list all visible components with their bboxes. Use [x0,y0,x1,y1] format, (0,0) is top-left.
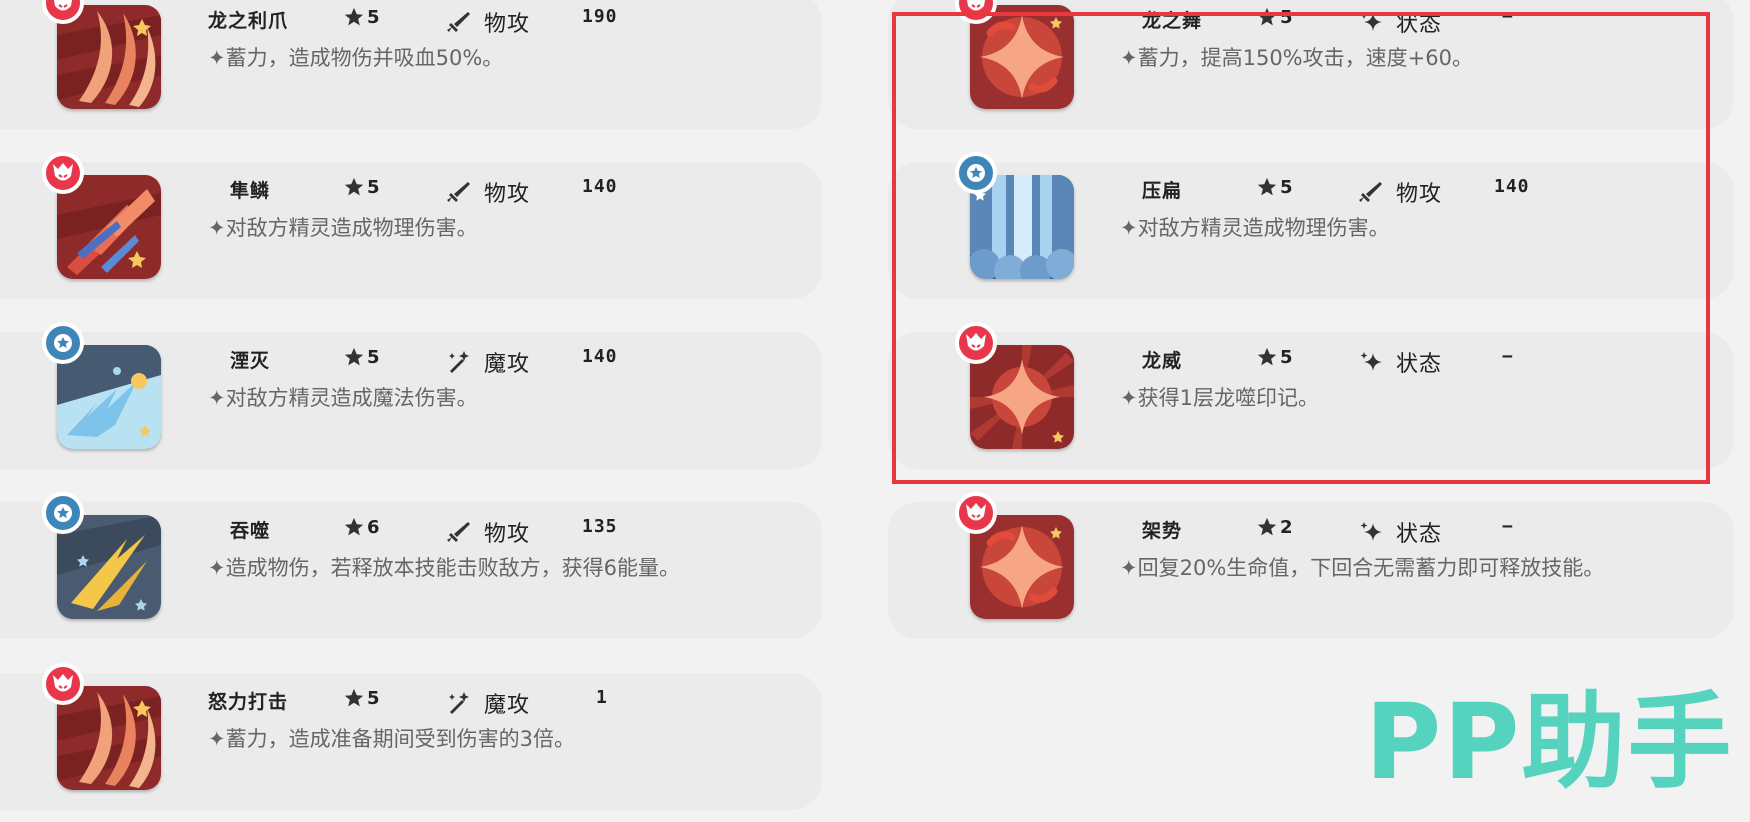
skill-power: 190 [582,6,618,27]
skill-power: 140 [582,176,618,197]
power-value: 140 [582,176,618,197]
attack-type: 魔攻 [446,687,530,719]
type-label: 魔攻 [484,693,531,718]
star-cost-icon [344,7,364,26]
energy-cost: 5 [343,6,380,28]
skill-name: 吞噬 [230,520,271,542]
cost-value: 6 [367,516,380,538]
skill-description: ✦蓄力，造成物伤并吸血50%。 [208,46,504,70]
skill-description: ✦造成物伤，若释放本技能击败敌方，获得6能量。 [208,556,680,580]
skill-description: ✦回复20%生命值，下回合无需蓄力即可释放技能。 [1120,556,1605,580]
skill-card-fury-strike[interactable]: 怒力打击 5 魔攻 1 ✦蓄力，造成准备期间受到伤害的3倍。 [0,663,822,810]
power-value: 190 [582,6,618,27]
attack-type: 魔攻 [446,346,530,378]
type-label: 物攻 [484,522,531,547]
skill-description: ✦对敌方精灵造成魔法伤害。 [208,386,478,410]
type-label: 物攻 [484,12,531,37]
red-dragon-badge-icon [42,663,84,705]
skill-name: 龙之利爪 [208,10,289,32]
attack-type: 状态 [1358,516,1442,548]
attack-type: 物攻 [446,516,530,548]
type-label: 魔攻 [484,352,531,377]
skill-name: 湮灭 [230,350,271,372]
skill-power: 1 [582,687,608,708]
star-cost-icon [344,688,364,707]
attack-type: 物攻 [446,6,530,38]
cost-value: 5 [367,176,380,198]
magic-wand-icon [449,351,469,373]
skill-card-stance[interactable]: 架势 2 状态 − ✦回复20%生命值，下回合无需蓄力即可释放技能。 [888,492,1734,639]
blue-star-badge-icon [42,492,84,534]
power-value: 140 [582,346,618,367]
skill-description: ✦对敌方精灵造成物理伤害。 [208,216,478,240]
cost-value: 5 [367,6,380,28]
star-cost-icon [1257,517,1277,536]
sword-icon [447,522,470,542]
power-value: 1 [596,687,608,708]
skill-name: 怒力打击 [208,691,289,713]
attack-type: 物攻 [446,176,530,208]
sword-icon [447,12,470,32]
energy-cost: 2 [1256,516,1293,538]
energy-cost: 6 [343,516,380,538]
blue-star-badge-icon [42,322,84,364]
skill-description: ✦蓄力，造成准备期间受到伤害的3倍。 [208,727,575,751]
watermark-logo: PP助手 [1365,681,1734,803]
magic-wand-icon [449,692,469,714]
power-value: 135 [582,516,618,537]
energy-cost: 5 [343,346,380,368]
energy-cost: 5 [343,687,380,709]
skill-name: 隼鳞 [230,180,271,202]
cost-value: 5 [367,346,380,368]
skill-card-annihilation[interactable]: 湮灭 5 魔攻 140 ✦对敌方精灵造成魔法伤害。 [0,322,822,469]
skill-power: 135 [582,516,618,537]
energy-cost: 5 [343,176,380,198]
sparkle-status-icon [1360,522,1382,541]
sword-icon [447,182,470,202]
power-value: − [1502,516,1514,537]
star-cost-icon [344,177,364,196]
highlight-frame [892,12,1710,484]
red-dragon-badge-icon [42,152,84,194]
skill-power: − [1494,516,1514,537]
skill-power: 140 [582,346,618,367]
type-label: 物攻 [484,182,531,207]
type-label: 状态 [1396,522,1443,547]
skill-card-dragon-claw[interactable]: 龙之利爪 5 物攻 190 ✦蓄力，造成物伤并吸血50%。 [0,0,822,129]
skill-card-devour[interactable]: 吞噬 6 物攻 135 ✦造成物伤，若释放本技能击败敌方，获得6能量。 [0,492,822,639]
skill-card-falcon-scale[interactable]: 隼鳞 5 物攻 140 ✦对敌方精灵造成物理伤害。 [0,152,822,299]
cost-value: 5 [367,687,380,709]
skill-name: 架势 [1142,520,1183,542]
cost-value: 2 [1280,516,1293,538]
red-dragon-badge-icon [955,492,997,534]
star-cost-icon [344,517,364,536]
star-cost-icon [344,347,364,366]
